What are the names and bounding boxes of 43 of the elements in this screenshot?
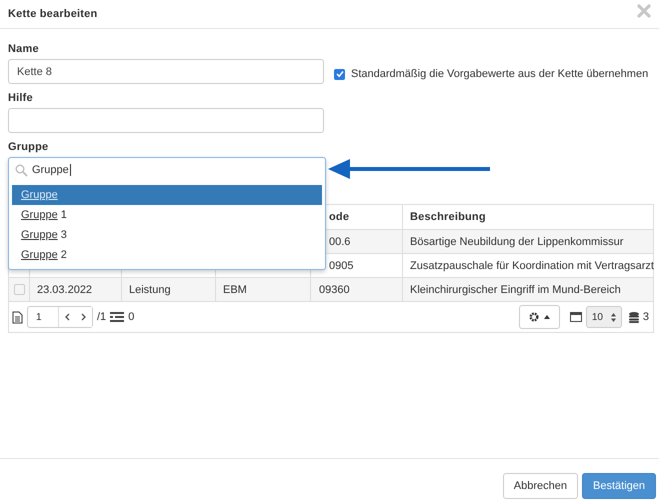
settings-button[interactable] <box>518 305 560 329</box>
field-label: Hilfe <box>8 92 34 106</box>
database-icon <box>628 312 639 322</box>
table-cell: 09360 <box>319 284 350 296</box>
table-cell: EBM <box>223 284 247 296</box>
dialog-title: Kette bearbeiten <box>8 8 98 20</box>
page-total: /1 <box>97 311 106 323</box>
select-arrows-icon <box>610 312 616 322</box>
list-icon <box>110 312 124 322</box>
gear-icon <box>528 312 539 322</box>
arrow-icon <box>326 157 492 181</box>
table-cell: 0905 <box>329 260 354 272</box>
columns-icon[interactable] <box>570 312 582 322</box>
search-text[interactable]: Gruppe <box>32 164 71 176</box>
row-checkbox[interactable] <box>14 284 25 296</box>
record-count: 3 <box>642 311 649 323</box>
selected-count: 0 <box>128 311 134 323</box>
table-cell: 23.03.2022 <box>37 284 92 296</box>
caret-icon <box>544 315 550 319</box>
table-cell: Kleinchirurgischer Eingriff im Mund-Bereich <box>410 284 621 296</box>
help-field[interactable] <box>8 108 324 133</box>
table-cell: Leistung <box>129 284 171 296</box>
table-cell: Zusatzpauschale für Koordination mit Vertragsarzt <box>410 260 654 272</box>
column-header: Beschreibung <box>410 211 486 223</box>
cancel-button[interactable]: Abbrechen <box>502 473 578 499</box>
page-input[interactable]: 1 <box>27 306 93 328</box>
search-icon <box>15 164 28 176</box>
dropdown-option[interactable]: Gruppe 3 <box>12 225 322 245</box>
checkbox-label: Standardmäßig die Vorgabewerte aus der Kette übernehmen <box>351 68 648 80</box>
name-field[interactable]: Kette 8 <box>8 59 324 84</box>
page-icon <box>12 310 23 324</box>
field-label: Gruppe <box>8 141 50 155</box>
column-header: ode <box>329 211 350 223</box>
page-size-select[interactable]: 10 <box>586 306 622 328</box>
dropdown-option[interactable]: Gruppe <box>12 185 322 205</box>
table-cell: Bösartige Neubildung der Lippenkommissur <box>410 236 624 248</box>
field-label: Name <box>8 43 40 57</box>
table-cell: 00.6 <box>329 236 350 248</box>
chevron-right-icon <box>81 313 86 321</box>
dropdown-option[interactable]: Gruppe 1 <box>12 205 322 225</box>
dropdown-option[interactable]: Gruppe 2 <box>12 245 322 265</box>
checkbox[interactable] <box>334 68 345 80</box>
chevron-left-icon <box>64 313 70 321</box>
